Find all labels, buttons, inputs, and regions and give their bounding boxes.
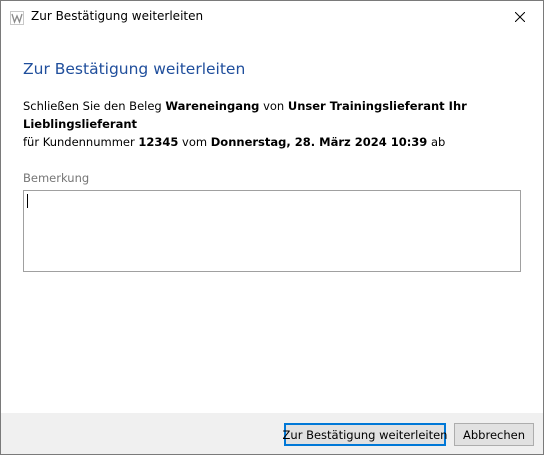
message-text: vom xyxy=(178,135,211,149)
app-icon xyxy=(10,10,24,25)
document-type: Wareneingang xyxy=(165,99,260,113)
dialog-message: Schließen Sie den Beleg Wareneingang von… xyxy=(23,97,523,151)
cancel-button[interactable]: Abbrechen xyxy=(454,423,534,446)
close-button[interactable] xyxy=(497,1,543,32)
message-text: ab xyxy=(427,135,446,149)
message-text: für Kundennummer xyxy=(23,135,139,149)
message-text: Schließen Sie den Beleg xyxy=(23,99,166,113)
dialog-heading: Zur Bestätigung weiterleiten xyxy=(23,60,246,78)
text-caret xyxy=(27,194,28,208)
window-title: Zur Bestätigung weiterleiten xyxy=(31,9,204,23)
customer-number: 12345 xyxy=(138,135,179,149)
close-icon xyxy=(515,11,525,22)
confirm-button[interactable]: Zur Bestätigung weiterleiten xyxy=(283,423,447,446)
message-text: von xyxy=(259,99,288,113)
remark-input[interactable] xyxy=(23,190,521,272)
dialog-window: Zur Bestätigung weiterleiten Zur Bestäti… xyxy=(0,0,544,455)
title-bar: Zur Bestätigung weiterleiten xyxy=(1,1,543,32)
dialog-footer: Zur Bestätigung weiterleiten Abbrechen xyxy=(1,413,543,454)
document-date: Donnerstag, 28. März 2024 10:39 xyxy=(210,135,428,149)
remark-label: Bemerkung xyxy=(23,171,90,185)
